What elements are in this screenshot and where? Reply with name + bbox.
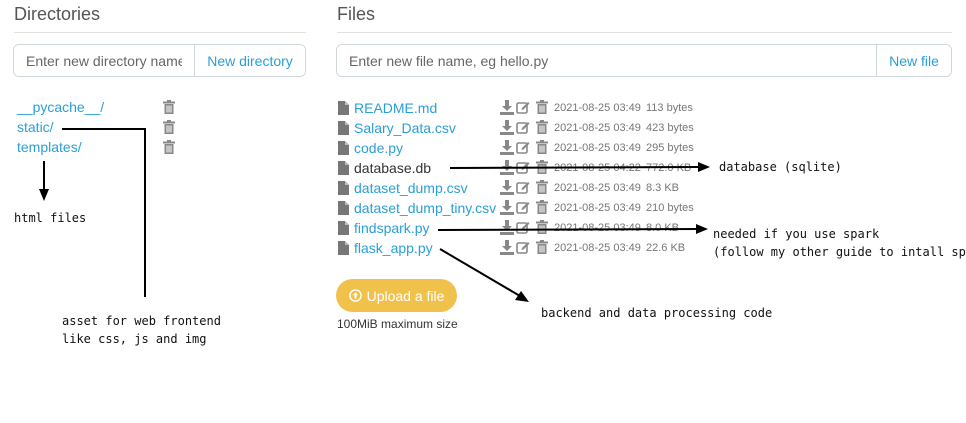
- annotation-arrowhead: [515, 291, 529, 302]
- file-size: 295 bytes: [646, 142, 694, 154]
- edit-icon[interactable]: [516, 200, 530, 215]
- new-file-input[interactable]: [337, 45, 876, 76]
- file-icon: [338, 201, 349, 215]
- file-row[interactable]: flask_app.py 2021-08-25 03:49 22.6 KB: [338, 239, 698, 259]
- file-size: 113 bytes: [646, 102, 693, 114]
- annotation-spark-line1: needed if you use spark: [713, 227, 880, 241]
- file-row[interactable]: README.md 2021-08-25 03:49 113 bytes: [338, 99, 698, 119]
- directory-link[interactable]: templates/: [17, 139, 82, 155]
- edit-icon[interactable]: [516, 160, 530, 175]
- upload-button[interactable]: Upload a file: [336, 279, 457, 312]
- trash-icon[interactable]: [163, 100, 175, 114]
- download-icon[interactable]: [500, 180, 514, 195]
- trash-icon[interactable]: [536, 100, 550, 115]
- trash-icon[interactable]: [163, 120, 175, 134]
- file-date: 2021-08-25 03:49: [554, 242, 641, 254]
- annotation-arrowhead: [39, 189, 49, 201]
- download-icon[interactable]: [500, 140, 514, 155]
- file-icon: [338, 141, 349, 155]
- file-row[interactable]: dataset_dump_tiny.csv 2021-08-25 03:49 210…: [338, 199, 698, 219]
- edit-icon[interactable]: [516, 100, 530, 115]
- directories-title: Directories: [14, 4, 101, 24]
- annotation-database: database (sqlite): [719, 160, 842, 174]
- file-size: 423 bytes: [646, 122, 694, 134]
- file-date: 2021-08-25 03:49: [554, 182, 641, 194]
- upload-button-label: Upload a file: [366, 287, 445, 304]
- new-file-button[interactable]: New file: [876, 45, 951, 76]
- annotation-backend: backend and data processing code: [541, 306, 773, 320]
- upload-size-note: 100MiB maximum size: [337, 317, 458, 331]
- file-icon: [338, 221, 349, 235]
- file-icon: [338, 121, 349, 135]
- trash-icon[interactable]: [536, 160, 550, 175]
- files-divider: [337, 32, 952, 33]
- download-icon[interactable]: [500, 240, 514, 255]
- edit-icon[interactable]: [516, 120, 530, 135]
- download-icon[interactable]: [500, 200, 514, 215]
- file-link[interactable]: README.md: [354, 99, 437, 117]
- annotation-asset-line2: like css, js and img: [62, 332, 207, 346]
- directory-item[interactable]: templates/: [17, 139, 82, 159]
- edit-icon[interactable]: [516, 140, 530, 155]
- file-icon: [338, 181, 349, 195]
- file-size: 772.0 KB: [646, 162, 692, 174]
- file-row[interactable]: code.py 2021-08-25 03:49 295 bytes: [338, 139, 698, 159]
- file-size: 210 bytes: [646, 202, 694, 214]
- file-date: 2021-08-25 03:49: [554, 102, 641, 114]
- new-directory-input[interactable]: [14, 45, 194, 76]
- file-link[interactable]: code.py: [354, 139, 403, 157]
- trash-icon[interactable]: [536, 120, 550, 135]
- file-size: 8.0 KB: [646, 222, 680, 234]
- trash-icon[interactable]: [536, 220, 550, 235]
- file-date: 2021-08-25 03:49: [554, 142, 641, 154]
- file-icon: [338, 101, 349, 115]
- file-row[interactable]: dataset_dump.csv 2021-08-25 03:49 8.3 KB: [338, 179, 698, 199]
- upload-circle-arrow-icon: [348, 289, 362, 302]
- annotation-asset-line1: asset for web frontend: [62, 314, 221, 328]
- file-date: 2021-08-25 03:49: [554, 202, 641, 214]
- download-icon[interactable]: [500, 220, 514, 235]
- download-icon[interactable]: [500, 120, 514, 135]
- file-date: 2021-08-25 03:49: [554, 122, 641, 134]
- files-title: Files: [337, 4, 376, 24]
- file-icon: [338, 161, 349, 175]
- file-link[interactable]: Salary_Data.csv: [354, 119, 456, 137]
- annotation-arrowhead: [698, 162, 710, 172]
- directory-link[interactable]: __pycache__/: [17, 99, 104, 115]
- annotation-html-files: html files: [14, 211, 87, 225]
- file-row[interactable]: database.db 2021-08-25 04:22 772.0 KB: [338, 159, 698, 179]
- file-link: database.db: [354, 160, 432, 176]
- file-link[interactable]: dataset_dump.csv: [354, 179, 468, 197]
- directory-item[interactable]: __pycache__/: [17, 99, 104, 119]
- file-row[interactable]: Salary_Data.csv 2021-08-25 03:49 423 bytes: [338, 119, 698, 139]
- trash-icon[interactable]: [536, 140, 550, 155]
- new-directory-button[interactable]: New directory: [194, 45, 305, 76]
- file-icon: [338, 241, 349, 255]
- new-file-group: New file: [336, 44, 952, 77]
- file-size: 22.6 KB: [646, 242, 686, 254]
- trash-icon[interactable]: [163, 140, 175, 154]
- trash-icon[interactable]: [536, 180, 550, 195]
- directory-item[interactable]: static/: [17, 119, 54, 139]
- file-link[interactable]: findspark.py: [354, 219, 429, 237]
- new-directory-group: New directory: [13, 44, 306, 77]
- file-size: 8.3 KB: [646, 182, 680, 194]
- file-link[interactable]: dataset_dump_tiny.csv: [354, 199, 496, 217]
- directories-divider: [14, 32, 306, 33]
- edit-icon[interactable]: [516, 220, 530, 235]
- edit-icon[interactable]: [516, 240, 530, 255]
- file-link[interactable]: flask_app.py: [354, 239, 433, 257]
- download-icon[interactable]: [500, 160, 514, 175]
- trash-icon[interactable]: [536, 240, 550, 255]
- download-icon[interactable]: [500, 100, 514, 115]
- file-row[interactable]: findspark.py 2021-08-25 03:49 8.0 KB: [338, 219, 698, 239]
- directory-link[interactable]: static/: [17, 119, 54, 135]
- annotation-spark-line2: (follow my other guide to intall spark): [713, 245, 966, 259]
- file-date: 2021-08-25 03:49: [554, 222, 641, 234]
- file-date: 2021-08-25 04:22: [554, 162, 641, 174]
- trash-icon[interactable]: [536, 200, 550, 215]
- edit-icon[interactable]: [516, 180, 530, 195]
